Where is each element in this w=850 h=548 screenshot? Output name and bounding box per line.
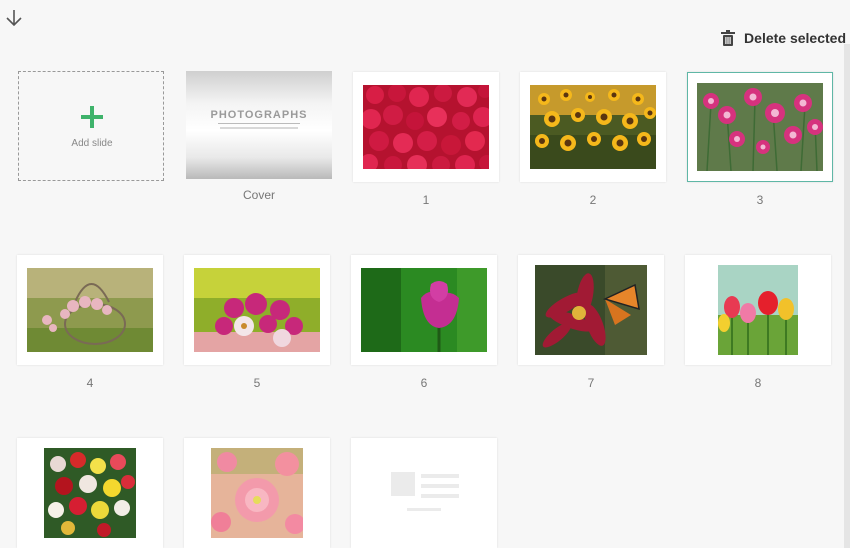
image-placeholder-icon bbox=[391, 472, 459, 511]
slide-caption-8: 8 bbox=[754, 376, 762, 390]
cover-caption: Cover bbox=[242, 188, 275, 202]
slide-card-5[interactable] bbox=[184, 255, 330, 365]
slide-thumbnail-4 bbox=[27, 268, 153, 352]
slide-caption-3: 3 bbox=[756, 193, 764, 207]
slide-caption-4: 4 bbox=[86, 376, 94, 390]
slide-caption-1: 1 bbox=[422, 193, 430, 207]
slide-thumbnail-10 bbox=[211, 448, 303, 538]
cover-subtitle-line bbox=[220, 127, 298, 129]
slide-card-2[interactable] bbox=[520, 72, 666, 182]
cover-title: PHOTOGRAPHS bbox=[210, 109, 308, 121]
slide-card-10[interactable] bbox=[184, 438, 330, 548]
cover-slide[interactable]: PHOTOGRAPHS bbox=[186, 71, 332, 179]
slide-thumbnail-1 bbox=[363, 85, 489, 169]
scrollbar[interactable] bbox=[844, 44, 850, 548]
cover-divider bbox=[218, 123, 300, 124]
delete-selected-button[interactable]: Delete selected bbox=[720, 28, 846, 48]
slide-thumbnail-5 bbox=[194, 268, 320, 352]
add-slide-label: Add slide bbox=[71, 138, 113, 149]
plus-icon bbox=[81, 106, 103, 128]
slide-thumbnail-7 bbox=[535, 265, 647, 355]
slide-card-placeholder[interactable] bbox=[351, 438, 497, 548]
slide-card-3[interactable] bbox=[687, 72, 833, 182]
slide-thumbnail-8 bbox=[718, 265, 798, 355]
slide-thumbnail-3 bbox=[697, 83, 823, 171]
slide-card-1[interactable] bbox=[353, 72, 499, 182]
slide-card-4[interactable] bbox=[17, 255, 163, 365]
add-slide-button[interactable]: Add slide bbox=[18, 71, 164, 181]
slide-card-8[interactable] bbox=[685, 255, 831, 365]
slide-card-9[interactable] bbox=[17, 438, 163, 548]
slide-card-7[interactable] bbox=[518, 255, 664, 365]
slide-card-6[interactable] bbox=[351, 255, 497, 365]
slide-thumbnail-2 bbox=[530, 85, 656, 169]
trash-icon bbox=[721, 29, 736, 46]
slide-caption-6: 6 bbox=[420, 376, 428, 390]
delete-selected-label: Delete selected bbox=[744, 30, 846, 46]
slide-caption-7: 7 bbox=[587, 376, 595, 390]
arrow-down-icon[interactable] bbox=[4, 7, 24, 29]
slide-thumbnail-6 bbox=[361, 268, 487, 352]
slide-thumbnail-9 bbox=[44, 448, 136, 538]
slide-caption-5: 5 bbox=[253, 376, 261, 390]
slide-caption-2: 2 bbox=[589, 193, 597, 207]
